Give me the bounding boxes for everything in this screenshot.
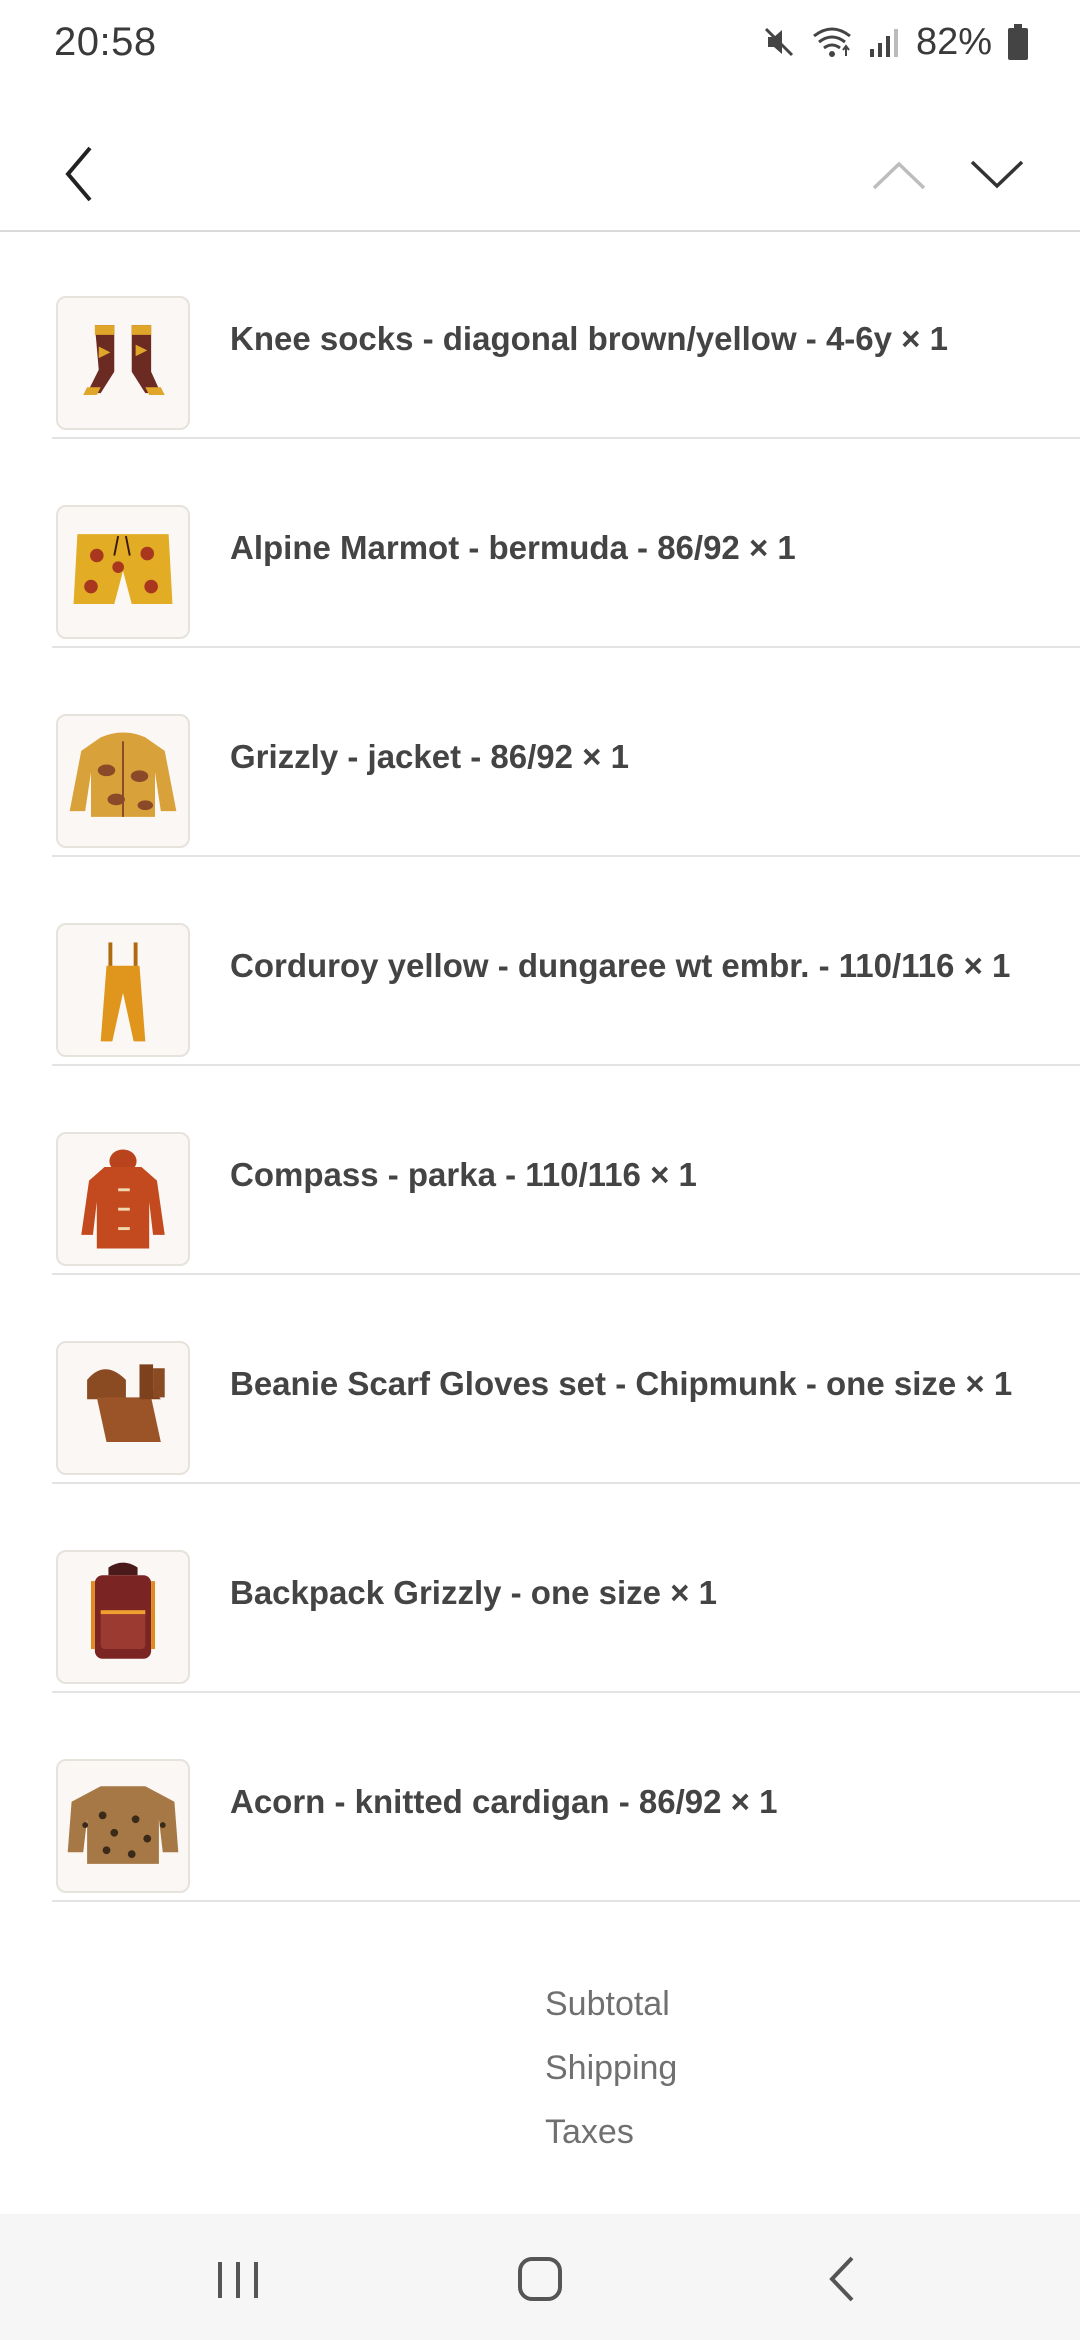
system-back-button[interactable] (802, 2244, 882, 2314)
wifi-icon (810, 24, 854, 60)
status-icons: 82% (762, 18, 1030, 66)
list-item[interactable]: Beanie Scarf Gloves set - Chipmunk - one… (52, 1275, 1080, 1484)
recent-apps-button[interactable] (198, 2244, 278, 2314)
list-item[interactable]: Grizzly - jacket - 86/92 × 1 (52, 648, 1080, 857)
item-title: Compass - parka - 110/116 × 1 (230, 1156, 697, 1193)
list-item[interactable]: Knee socks - diagonal brown/yellow - 4-6… (52, 230, 1080, 439)
order-totals: Subtotal Shipping Taxes (545, 1985, 677, 2177)
back-icon (829, 2256, 854, 2302)
previous-button[interactable] (868, 154, 930, 194)
next-button[interactable] (966, 154, 1028, 194)
toolbar (0, 110, 1080, 232)
status-time: 20:58 (54, 20, 157, 64)
parka-icon (56, 1132, 190, 1266)
home-icon (518, 2257, 562, 2301)
list-item[interactable]: Backpack Grizzly - one size × 1 (52, 1484, 1080, 1693)
status-bar: 20:58 82% (0, 0, 1080, 86)
home-button[interactable] (500, 2244, 580, 2314)
subtotal-label: Subtotal (545, 1985, 670, 2023)
beanie-set-icon (56, 1341, 190, 1475)
item-title: Beanie Scarf Gloves set - Chipmunk - one… (230, 1365, 1013, 1402)
item-title: Corduroy yellow - dungaree wt embr. - 11… (230, 947, 1011, 984)
item-title: Grizzly - jacket - 86/92 × 1 (230, 738, 629, 775)
dungaree-icon (56, 923, 190, 1057)
item-title: Knee socks - diagonal brown/yellow - 4-6… (230, 320, 948, 357)
back-arrow-icon (65, 146, 92, 202)
list-item[interactable]: Alpine Marmot - bermuda - 86/92 × 1 (52, 439, 1080, 648)
item-title: Acorn - knitted cardigan - 86/92 × 1 (230, 1783, 778, 1820)
chevron-down-icon (970, 160, 1024, 189)
cardigan-icon (56, 1759, 190, 1893)
list-item[interactable]: Compass - parka - 110/116 × 1 (52, 1066, 1080, 1275)
shipping-label: Shipping (545, 2049, 678, 2087)
shorts-icon (56, 505, 190, 639)
list-item[interactable]: Acorn - knitted cardigan - 86/92 × 1 (52, 1693, 1080, 1902)
list-item[interactable]: Corduroy yellow - dungaree wt embr. - 11… (52, 857, 1080, 1066)
jacket-icon (56, 714, 190, 848)
back-button[interactable] (50, 138, 110, 208)
recent-apps-icon (218, 2262, 258, 2298)
item-title: Alpine Marmot - bermuda - 86/92 × 1 (230, 529, 796, 566)
battery-icon (1006, 23, 1030, 61)
item-title: Backpack Grizzly - one size × 1 (230, 1574, 717, 1611)
order-item-list: Knee socks - diagonal brown/yellow - 4-6… (0, 230, 1080, 1902)
chevron-up-icon (872, 161, 926, 190)
socks-icon (56, 296, 190, 430)
battery-percentage: 82% (915, 20, 992, 63)
mute-icon (762, 25, 796, 59)
taxes-label: Taxes (545, 2113, 634, 2151)
system-nav-bar (0, 2214, 1080, 2340)
signal-icon (868, 25, 902, 59)
backpack-icon (56, 1550, 190, 1684)
